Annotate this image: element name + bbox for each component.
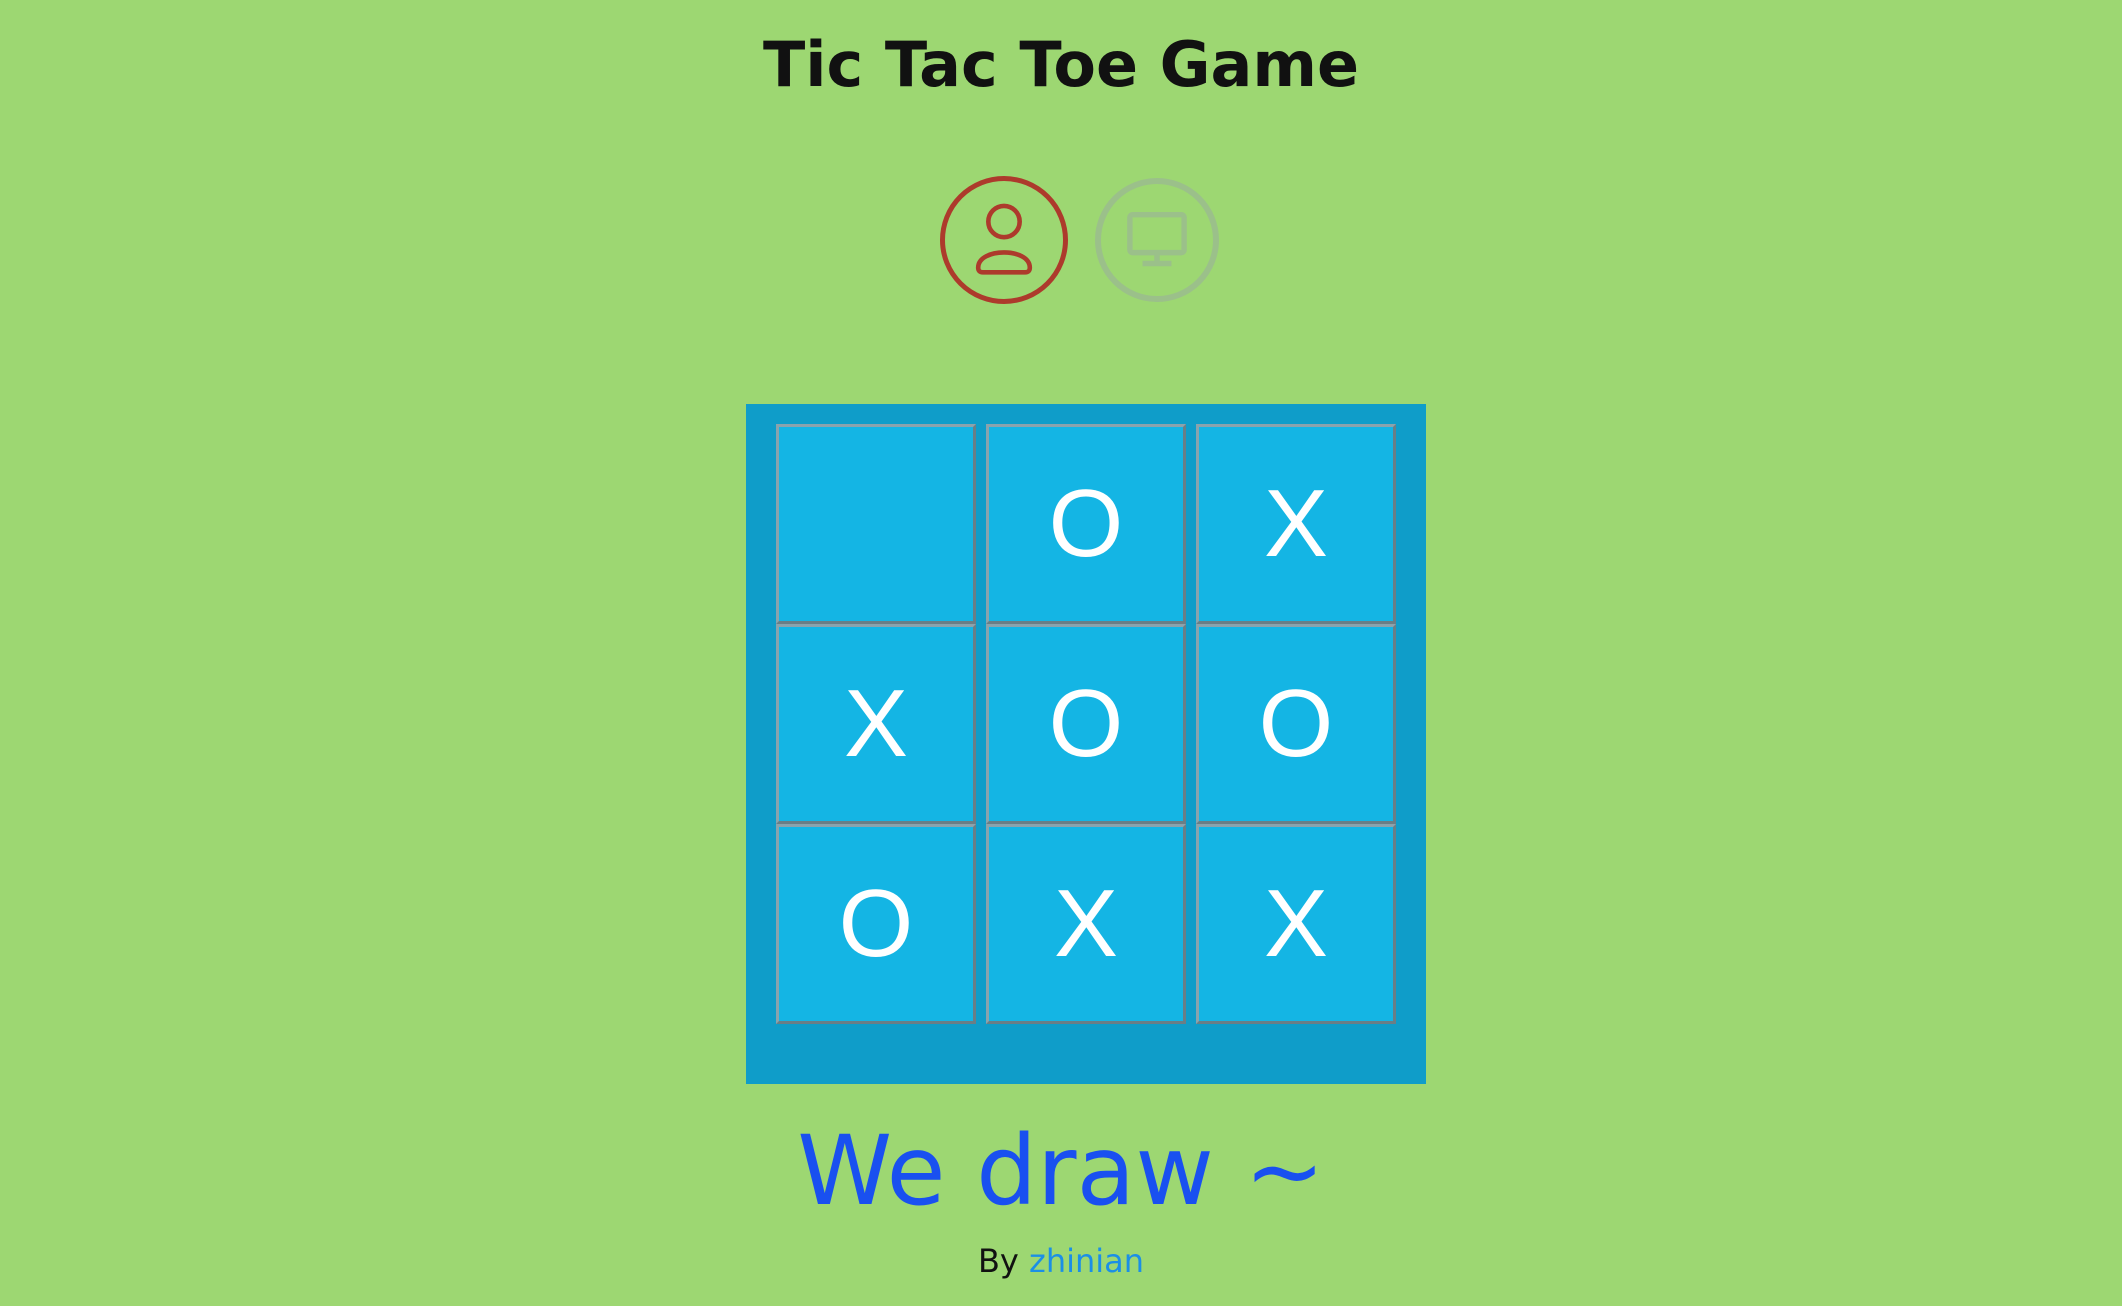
footer-by-label: By [977, 1242, 1019, 1280]
game-result-message: We draw ~ [797, 1115, 1325, 1227]
board-cell[interactable]: X [776, 624, 976, 824]
board-cell[interactable]: X [1196, 424, 1396, 624]
board-cell[interactable]: X [1196, 824, 1396, 1024]
monitor-icon [1127, 212, 1187, 267]
board-cell[interactable]: X [986, 824, 1186, 1024]
page-title: Tic Tac Toe Game [762, 28, 1360, 101]
computer-player-button[interactable] [1095, 178, 1219, 302]
player-selector [940, 174, 1240, 314]
footer-credit: By zhinian [0, 1242, 2122, 1280]
board-cell[interactable]: O [986, 624, 1186, 824]
human-player-button[interactable] [940, 176, 1068, 304]
board-cell[interactable]: O [776, 824, 976, 1024]
author-link[interactable]: zhinian [1029, 1242, 1144, 1280]
board-cell[interactable]: O [986, 424, 1186, 624]
person-icon [975, 203, 1033, 275]
board-cell[interactable]: O [1196, 624, 1396, 824]
board-cell[interactable] [776, 424, 976, 624]
game-board: O X X O O O X X [746, 404, 1426, 1084]
